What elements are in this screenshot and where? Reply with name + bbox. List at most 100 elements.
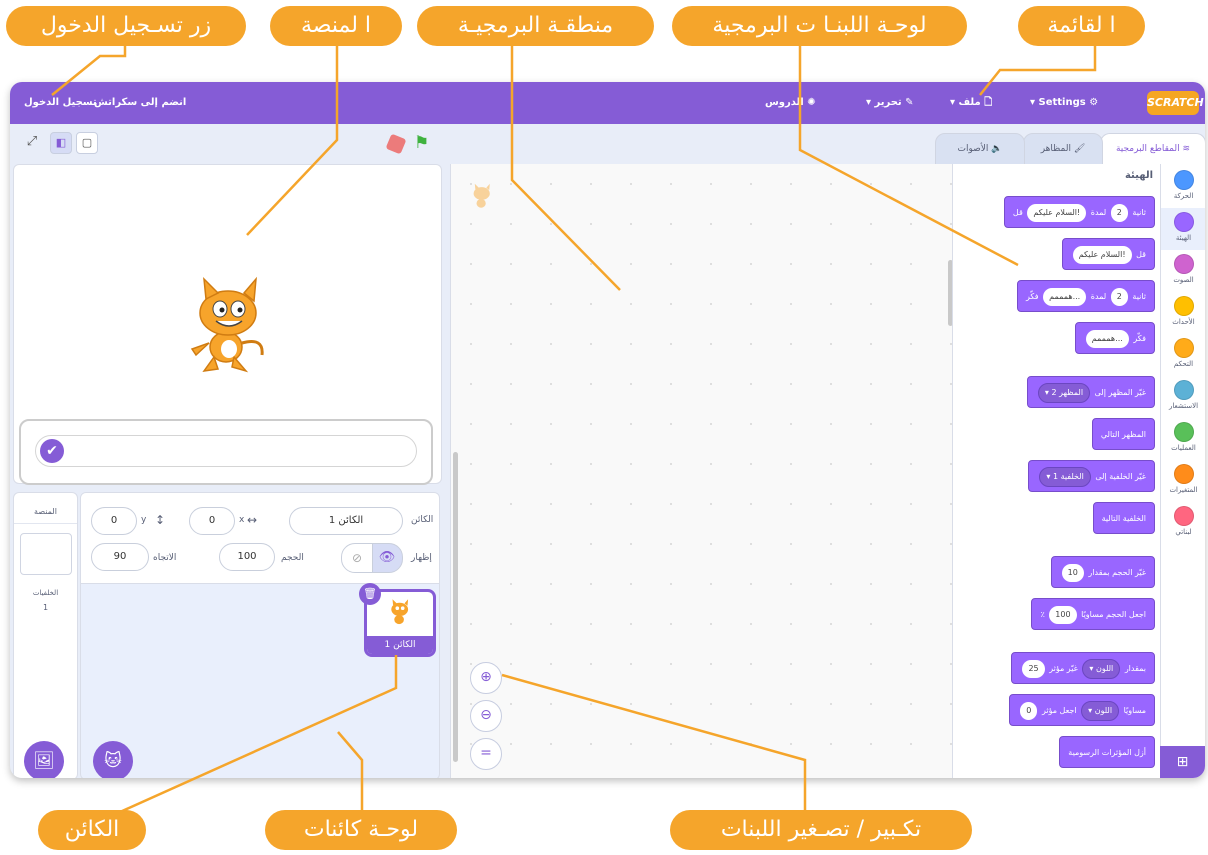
think-text[interactable]: همممم... bbox=[1085, 329, 1129, 348]
trash-icon[interactable]: 🗑 bbox=[359, 583, 381, 605]
change-size-block[interactable]: 10 غيّر الحجم بمقدار bbox=[1050, 556, 1155, 588]
say-for-text[interactable]: السلام عليكم! bbox=[1027, 203, 1087, 222]
green-flag-icon[interactable]: ⚑ bbox=[414, 133, 429, 153]
category-my-blocks[interactable]: لبناتي bbox=[1161, 502, 1205, 544]
category-sensing[interactable]: الاستشعار bbox=[1161, 376, 1205, 418]
zoom-out-icon[interactable]: ⊖ bbox=[470, 700, 502, 732]
effect-dropdown-value: اللون bbox=[1095, 663, 1114, 673]
lightbulb-icon: ✺ bbox=[807, 97, 816, 108]
switch-backdrop-block[interactable]: ▾ الخلفية 1 غيّر الخلفية إلى bbox=[1028, 460, 1155, 492]
category-looks[interactable]: الهيئة bbox=[1161, 208, 1205, 250]
edit-label: تحرير bbox=[874, 97, 902, 108]
think-for-text[interactable]: همممم... bbox=[1043, 287, 1087, 306]
set-size-value[interactable]: 100 bbox=[1049, 605, 1077, 624]
sign-in-link[interactable]: تسجيل الدخول bbox=[24, 82, 97, 124]
sprite-name-field[interactable]: الكائن 1 bbox=[289, 507, 403, 535]
change-effect-block[interactable]: 25 بمقدار ▾ اللون غيّر مؤثر bbox=[1011, 652, 1155, 684]
clear-effects-block[interactable]: أزل المؤثرات الرسومية bbox=[1059, 736, 1155, 768]
say-block[interactable]: السلام عليكم! قل bbox=[1061, 238, 1155, 270]
stage-target-panel[interactable]: المنصة الخلفيات 1 🖼 bbox=[13, 492, 78, 778]
file-label: ملف bbox=[958, 97, 981, 108]
small-stage-icon[interactable]: ◧ bbox=[50, 132, 72, 154]
category-motion[interactable]: الحركة bbox=[1161, 166, 1205, 208]
think-for-secs[interactable]: 2 bbox=[1110, 287, 1128, 306]
tab-code[interactable]: المقاطع البرمجية ≋ bbox=[1100, 133, 1205, 166]
stage-panel-title: المنصة bbox=[34, 507, 57, 516]
direction-field[interactable]: 90 bbox=[91, 543, 149, 571]
choose-backdrop-icon[interactable]: 🖼 bbox=[24, 741, 64, 778]
zoom-reset-icon[interactable]: = bbox=[470, 738, 502, 770]
stage-divider bbox=[14, 523, 77, 524]
costume-dropdown[interactable]: ▾ المظهر 2 bbox=[1037, 382, 1091, 403]
y-field[interactable]: 0 bbox=[91, 507, 137, 535]
category-control[interactable]: التحكم bbox=[1161, 334, 1205, 376]
scratch-logo[interactable]: SCRATCH bbox=[1147, 91, 1204, 115]
edit-menu[interactable]: ▾ تحرير ✎ bbox=[866, 82, 914, 124]
set-effect-label: اجعل مؤثر bbox=[1041, 706, 1077, 715]
looks-dot-icon bbox=[1173, 212, 1194, 232]
y-label: y bbox=[141, 515, 147, 525]
set-effect-value[interactable]: 0 bbox=[1020, 701, 1038, 720]
tutorials-menu[interactable]: الدروس ✺ bbox=[765, 82, 816, 124]
effect-dropdown[interactable]: ▾ اللون bbox=[1082, 658, 1121, 679]
say-text[interactable]: السلام عليكم! bbox=[1072, 245, 1132, 264]
scratch-window: SCRATCH ▾ Settings ⚙ ▾ ملف 🗋 ▾ تحرير ✎ ا… bbox=[10, 82, 1205, 778]
think-for-block[interactable]: ثانية 2 لمدة همممم... فكّر bbox=[1016, 280, 1155, 312]
category-sound[interactable]: الصوت bbox=[1161, 250, 1205, 292]
callout-blocks-palette: لوحـة اللبنـا ت البرمجية bbox=[672, 6, 967, 46]
add-extension-icon[interactable]: ⊞ bbox=[1160, 746, 1205, 778]
tab-costumes[interactable]: المظاهر 🖌 bbox=[1023, 133, 1103, 167]
say-for-secs[interactable]: 2 bbox=[1110, 203, 1128, 222]
show-hidden-toggle[interactable]: ⊘ bbox=[341, 543, 373, 573]
answer-input[interactable]: ✔ bbox=[35, 435, 417, 467]
sprite-pane: الكائن الكائن 1 ↔ x 0 ↕ y 0 إظهار 👁 ⊘ ال… bbox=[80, 492, 440, 778]
sprite-name-label: الكائن bbox=[411, 515, 434, 525]
stop-icon[interactable] bbox=[385, 133, 407, 155]
join-scratch-link[interactable]: انضم إلى سكراتش bbox=[94, 82, 186, 124]
category-label: الأحداث bbox=[1172, 318, 1195, 326]
backdrops-count: 1 bbox=[42, 603, 49, 612]
next-costume-block[interactable]: المظهر التالي bbox=[1091, 418, 1155, 450]
sprite-watermark-icon bbox=[473, 183, 490, 208]
check-icon[interactable]: ✔ bbox=[40, 439, 64, 463]
next-backdrop-block[interactable]: الخلفية التالية bbox=[1092, 502, 1155, 534]
say-for-block[interactable]: ثانية 2 لمدة السلام عليكم! قل bbox=[1003, 196, 1155, 228]
callout-sprite-pane: لوحـة كائنات bbox=[265, 810, 457, 850]
set-effect-dropdown[interactable]: ▾ اللون bbox=[1081, 700, 1120, 721]
switch-costume-block[interactable]: ▾ المظهر 2 غيّر المظهر إلى bbox=[1026, 376, 1155, 408]
large-stage-icon[interactable]: ▢ bbox=[76, 132, 98, 154]
cat-sprite-icon[interactable] bbox=[184, 275, 274, 375]
say-for-say: قل bbox=[1012, 208, 1023, 217]
category-events[interactable]: الأحداث bbox=[1161, 292, 1205, 334]
category-menu: الحركة الهيئة الصوت الأحداث التحكم الاست… bbox=[1160, 164, 1205, 778]
settings-menu[interactable]: ▾ Settings ⚙ bbox=[1030, 82, 1098, 124]
category-operators[interactable]: العمليات bbox=[1161, 418, 1205, 460]
show-visible-toggle[interactable]: 👁 bbox=[371, 543, 403, 573]
fullscreen-icon[interactable]: ⤢ bbox=[22, 132, 42, 152]
tab-sounds[interactable]: الأصوات 🔈 bbox=[935, 133, 1025, 167]
choose-sprite-icon[interactable]: 🐱 bbox=[93, 741, 133, 778]
backdrop-dropdown[interactable]: ▾ الخلفية 1 bbox=[1039, 466, 1091, 487]
backdrop-dropdown-value: الخلفية 1 bbox=[1052, 471, 1084, 481]
x-field[interactable]: 0 bbox=[189, 507, 235, 535]
editor-tabs: المقاطع البرمجية ≋ المظاهر 🖌 الأصوات 🔈 bbox=[935, 127, 1205, 167]
backdrop-thumbnail[interactable] bbox=[20, 533, 72, 575]
think-for-think: فكّر bbox=[1025, 292, 1039, 301]
change-effect-value[interactable]: 25 bbox=[1022, 659, 1045, 678]
file-menu[interactable]: ▾ ملف 🗋 bbox=[950, 82, 992, 124]
speaker-icon: 🔈 bbox=[991, 144, 1003, 154]
zoom-in-icon[interactable]: ⊕ bbox=[470, 662, 502, 694]
callout-menu: ا لقائمة bbox=[1018, 6, 1145, 46]
category-variables[interactable]: المتغيرات bbox=[1161, 460, 1205, 502]
direction-label: الاتجاه bbox=[153, 553, 177, 563]
think-for-for: لمدة bbox=[1090, 292, 1107, 301]
set-size-block[interactable]: ٪ 100 اجعل الحجم مساويًا bbox=[1031, 598, 1155, 630]
backdrops-label: الخلفيات bbox=[32, 589, 59, 597]
set-effect-block[interactable]: 0 مساويًا ▾ اللون اجعل مؤثر bbox=[1009, 694, 1155, 726]
change-size-value[interactable]: 10 bbox=[1061, 563, 1084, 582]
code-blocks-icon: ≋ bbox=[1182, 144, 1191, 154]
think-block[interactable]: همممم... فكّر bbox=[1074, 322, 1155, 354]
code-area[interactable]: ⊕ ⊖ = bbox=[450, 164, 953, 778]
size-field[interactable]: 100 bbox=[219, 543, 275, 571]
left-scrollbar[interactable] bbox=[453, 452, 458, 762]
